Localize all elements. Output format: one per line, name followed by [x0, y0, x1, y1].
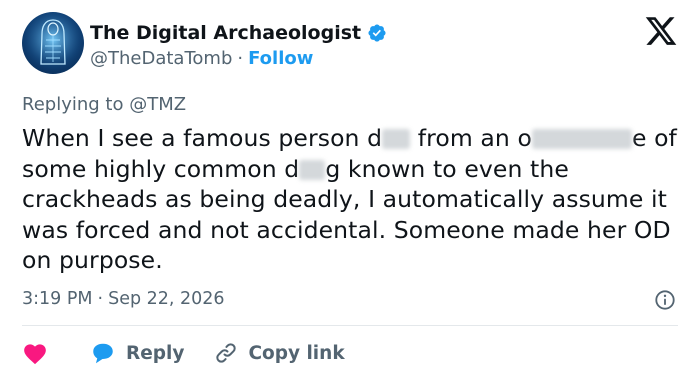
tweet-card: The Digital Archaeologist @TheDataTomb · F… — [0, 0, 700, 379]
divider — [22, 325, 678, 326]
verified-badge-icon — [368, 24, 386, 42]
replying-to-mention[interactable]: @TMZ — [129, 94, 186, 115]
action-bar: Reply Copy link — [22, 338, 345, 368]
handle-row: @TheDataTomb · Follow — [90, 48, 313, 69]
author-name-row: The Digital Archaeologist — [90, 22, 387, 44]
replying-to-prefix: Replying to — [22, 94, 124, 115]
follow-button[interactable]: Follow — [248, 48, 313, 69]
redaction-blur — [531, 129, 632, 149]
avatar[interactable] — [22, 12, 84, 74]
sarcophagus-avatar-image — [22, 12, 84, 74]
heart-icon — [24, 344, 46, 365]
info-icon[interactable] — [654, 289, 676, 311]
tweet-date: Sep 22, 2026 — [108, 289, 225, 309]
link-icon — [216, 343, 237, 363]
author-name[interactable]: The Digital Archaeologist — [90, 22, 361, 44]
reply-button[interactable]: Reply — [90, 341, 184, 365]
copy-link-label: Copy link — [248, 342, 345, 364]
x-logo-icon[interactable] — [644, 14, 678, 48]
redaction-blur — [382, 129, 411, 149]
tweet-text: When I see a famous person d from an oe … — [22, 123, 687, 276]
reply-label: Reply — [126, 342, 185, 364]
handle-separator: · — [237, 48, 244, 69]
redaction-blur — [299, 159, 326, 180]
tweet-text-segment: When I see a famous person d — [22, 124, 383, 152]
reply-bubble-icon — [93, 343, 113, 364]
tweet-time: 3:19 PM — [22, 289, 93, 309]
timestamp-separator: · — [97, 289, 104, 309]
replying-to: Replying to @TMZ — [22, 94, 186, 115]
tweet-timestamp[interactable]: 3:19 PM · Sep 22, 2026 — [22, 289, 225, 309]
copy-link-button[interactable]: Copy link — [214, 341, 345, 365]
tweet-text-segment: from an o — [410, 124, 532, 152]
author-handle[interactable]: @TheDataTomb — [90, 48, 232, 69]
like-button[interactable] — [22, 341, 48, 365]
